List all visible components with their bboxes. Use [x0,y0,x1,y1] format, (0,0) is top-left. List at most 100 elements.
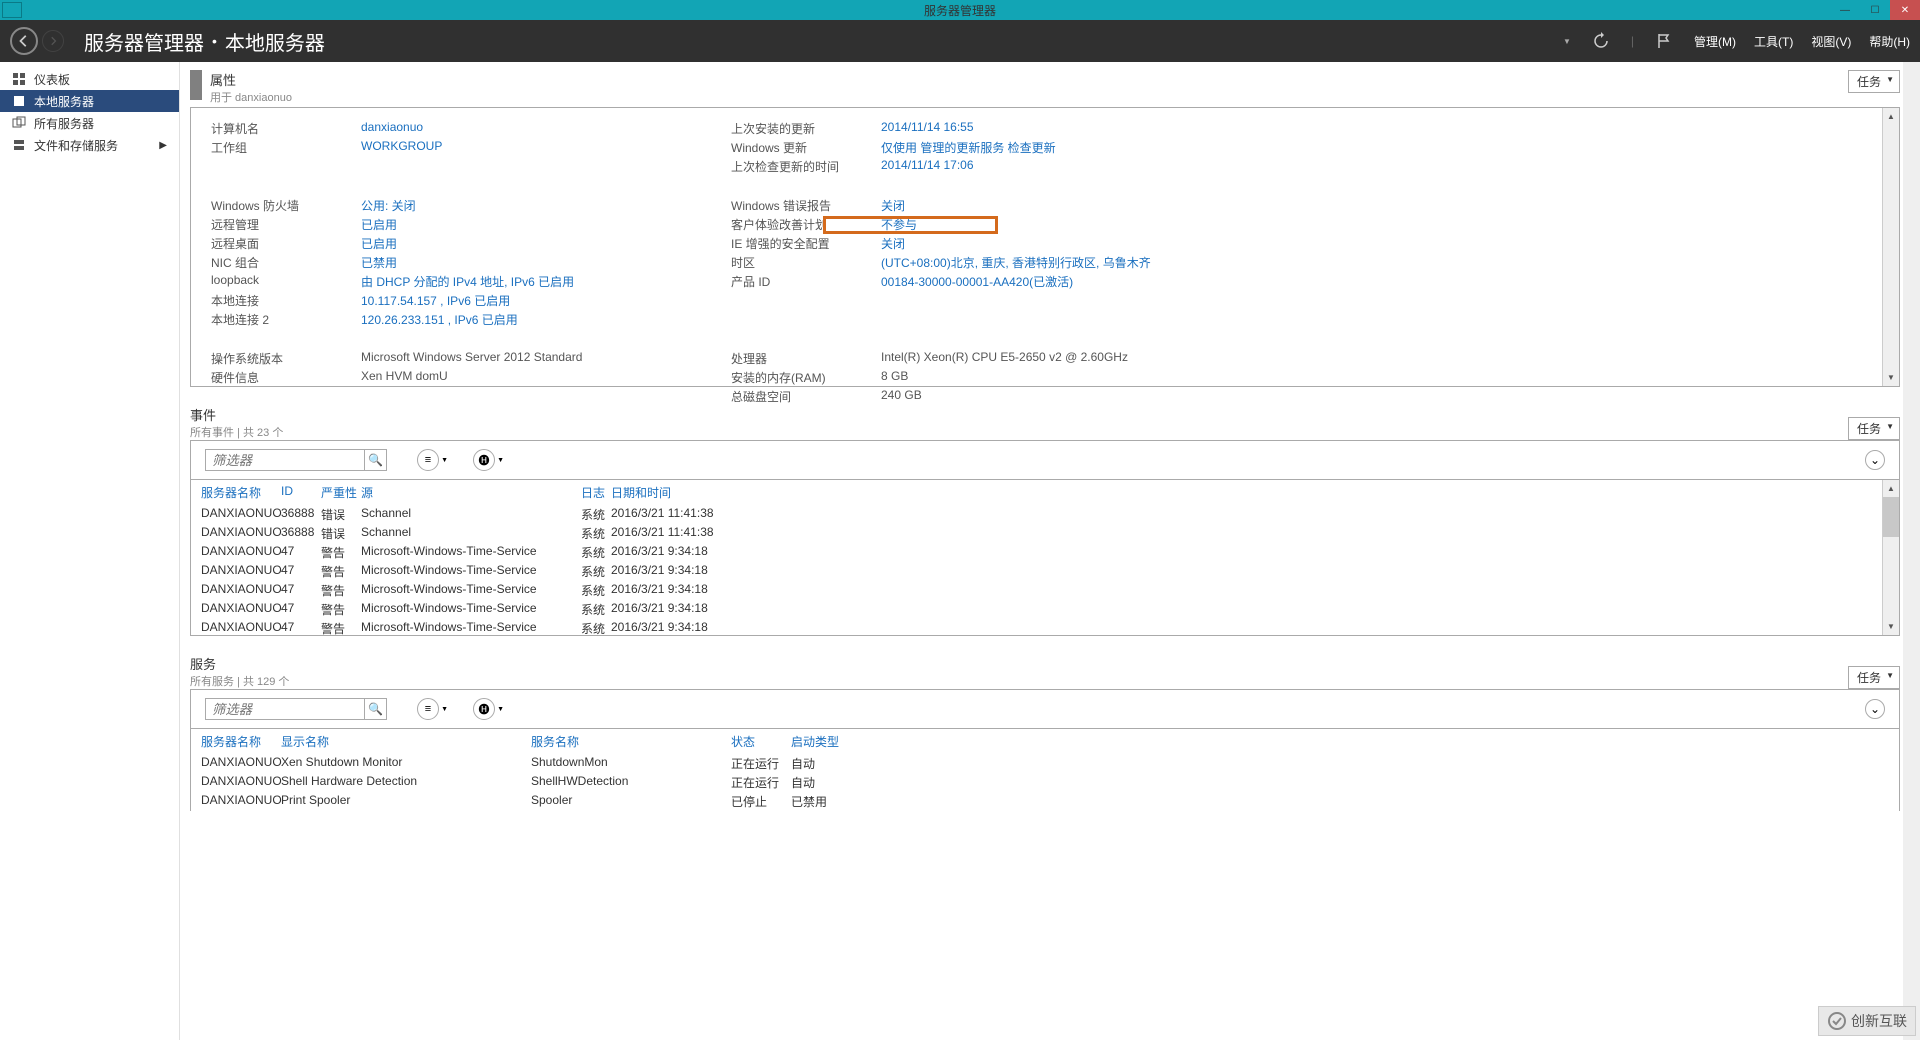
col-log[interactable]: 日志 [581,484,611,501]
page-scrollbar[interactable] [1903,62,1920,1040]
breadcrumb-sep-icon: • [212,33,217,49]
prop-value-last-update[interactable]: 2014/11/14 16:55 [881,120,1241,137]
properties-subtitle: 用于 danxiaonuo [210,89,1848,105]
menu-manage[interactable]: 管理(M) [1694,33,1736,50]
server-icon [12,94,26,108]
table-row[interactable]: DANXIAONUO36888错误Schannel系统2016/3/21 11:… [191,524,1899,543]
app-header: 服务器管理器 • 本地服务器 ▼ | 管理(M) 工具(T) 视图(V) 帮助(… [0,20,1920,62]
prop-label: 客户体验改善计划 [731,216,871,233]
table-row[interactable]: DANXIAONUO47警告Microsoft-Windows-Time-Ser… [191,619,1899,635]
table-row[interactable]: DANXIAONUO47警告Microsoft-Windows-Time-Ser… [191,562,1899,581]
table-row[interactable]: DANXIAONUO36888错误Schannel系统2016/3/21 11:… [191,505,1899,524]
events-filter-input[interactable] [205,449,365,471]
prop-value-hw: Xen HVM domU [361,369,721,386]
search-icon[interactable]: 🔍 [365,698,387,720]
watermark-logo: 创新互联 [1818,1006,1916,1036]
services-save-query-button[interactable]: 🅗▼ [473,698,495,720]
properties-scrollbar[interactable]: ▲ ▼ [1882,108,1899,386]
nav-back-button[interactable] [10,27,38,55]
chevron-right-icon: ▶ [159,140,167,151]
sidebar-item-file-storage[interactable]: 文件和存储服务 ▶ [0,134,179,156]
nav-forward-button[interactable] [42,30,64,52]
prop-label: loopback [211,273,351,290]
events-tasks-button[interactable]: 任务 [1848,417,1900,440]
prop-label: 硬件信息 [211,369,351,386]
window-title: 服务器管理器 [924,2,996,19]
services-filter-options-button[interactable]: ≡▼ [417,698,439,720]
col-server[interactable]: 服务器名称 [201,484,281,501]
prop-label: 计算机名 [211,120,351,137]
watermark-text: 创新互联 [1851,1011,1907,1031]
col-server[interactable]: 服务器名称 [201,733,281,750]
prop-value-nic-team[interactable]: 已禁用 [361,254,721,271]
col-source[interactable]: 源 [361,484,581,501]
refresh-dropdown-icon[interactable]: ▼ [1563,37,1571,46]
flag-icon[interactable] [1652,29,1676,53]
sidebar-item-dashboard[interactable]: 仪表板 [0,68,179,90]
sidebar-item-label: 所有服务器 [34,115,94,132]
prop-value-local-conn[interactable]: 10.117.54.157 , IPv6 已启用 [361,292,721,309]
sidebar-item-label: 文件和存储服务 [34,137,118,154]
events-save-query-button[interactable]: 🅗▼ [473,449,495,471]
prop-value-cust-exp[interactable]: 不参与 [881,216,1241,233]
menu-tools[interactable]: 工具(T) [1754,33,1793,50]
prop-value-local-conn2[interactable]: 120.26.233.151 , IPv6 已启用 [361,311,721,328]
prop-label: Windows 错误报告 [731,197,871,214]
table-row[interactable]: DANXIAONUOXen Shutdown MonitorShutdownMo… [191,754,1899,773]
prop-value-firewall[interactable]: 公用: 关闭 [361,197,721,214]
breadcrumb: 服务器管理器 • 本地服务器 [84,27,325,56]
content-area: 属性 用于 danxiaonuo 任务 计算机名 danxiaonuo 上次安装… [180,62,1920,1040]
events-filter-options-button[interactable]: ≡▼ [417,449,439,471]
table-row[interactable]: DANXIAONUO47警告Microsoft-Windows-Time-Ser… [191,600,1899,619]
refresh-icon[interactable] [1589,29,1613,53]
col-display[interactable]: 显示名称 [281,733,531,750]
col-severity[interactable]: 严重性 [321,484,361,501]
prop-value-product-id[interactable]: 00184-30000-00001-AA420(已激活) [881,273,1241,290]
col-status[interactable]: 状态 [731,733,791,750]
prop-value-ram: 8 GB [881,369,1241,386]
properties-panel: 计算机名 danxiaonuo 上次安装的更新 2014/11/14 16:55… [190,107,1900,387]
prop-value-win-update[interactable]: 仅使用 管理的更新服务 检查更新 [881,139,1241,156]
prop-value-computer-name[interactable]: danxiaonuo [361,120,721,137]
table-row[interactable]: DANXIAONUO47警告Microsoft-Windows-Time-Ser… [191,543,1899,562]
col-id[interactable]: ID [281,484,321,501]
menu-view[interactable]: 视图(V) [1811,33,1851,50]
prop-value-timezone[interactable]: (UTC+08:00)北京, 重庆, 香港特别行政区, 乌鲁木齐 [881,254,1241,271]
events-filter-bar: 🔍 ≡▼ 🅗▼ ⌄ [190,440,1900,479]
menu-help[interactable]: 帮助(H) [1869,33,1910,50]
prop-value-err-report[interactable]: 关闭 [881,197,1241,214]
separator-icon: | [1631,34,1634,48]
minimize-button[interactable]: — [1830,0,1860,20]
close-button[interactable]: ✕ [1890,0,1920,20]
services-expand-button[interactable]: ⌄ [1865,699,1885,719]
table-row[interactable]: DANXIAONUOShell Hardware DetectionShellH… [191,773,1899,792]
events-scrollbar[interactable]: ▲ ▼ [1882,480,1899,635]
sidebar-item-all-servers[interactable]: 所有服务器 [0,112,179,134]
sidebar-item-label: 本地服务器 [34,93,94,110]
col-name[interactable]: 服务名称 [531,733,731,750]
prop-value-workgroup[interactable]: WORKGROUP [361,139,721,156]
prop-value-loopback[interactable]: 由 DHCP 分配的 IPv4 地址, IPv6 已启用 [361,273,721,290]
services-tasks-button[interactable]: 任务 [1848,666,1900,689]
window-titlebar: 服务器管理器 — ☐ ✕ [0,0,1920,20]
col-datetime[interactable]: 日期和时间 [611,484,811,501]
col-start[interactable]: 启动类型 [791,733,891,750]
table-row[interactable]: DANXIAONUO47警告Microsoft-Windows-Time-Ser… [191,581,1899,600]
breadcrumb-root[interactable]: 服务器管理器 [84,27,204,56]
prop-value-remote-mgmt[interactable]: 已启用 [361,216,721,233]
services-filter-input[interactable] [205,698,365,720]
prop-value-ie-sec[interactable]: 关闭 [881,235,1241,252]
events-expand-button[interactable]: ⌄ [1865,450,1885,470]
sidebar: 仪表板 本地服务器 所有服务器 文件和存储服务 ▶ [0,62,180,1040]
search-icon[interactable]: 🔍 [365,449,387,471]
prop-label: Windows 防火墙 [211,197,351,214]
properties-tasks-button[interactable]: 任务 [1848,70,1900,93]
storage-icon [12,138,26,152]
prop-value-remote-desktop[interactable]: 已启用 [361,235,721,252]
table-row[interactable]: DANXIAONUOPrint SpoolerSpooler已停止已禁用 [191,792,1899,811]
maximize-button[interactable]: ☐ [1860,0,1890,20]
prop-label: 产品 ID [731,273,871,290]
sidebar-item-local-server[interactable]: 本地服务器 [0,90,179,112]
prop-value-last-check[interactable]: 2014/11/14 17:06 [881,158,1241,175]
events-subtitle: 所有事件 | 共 23 个 [190,424,283,440]
